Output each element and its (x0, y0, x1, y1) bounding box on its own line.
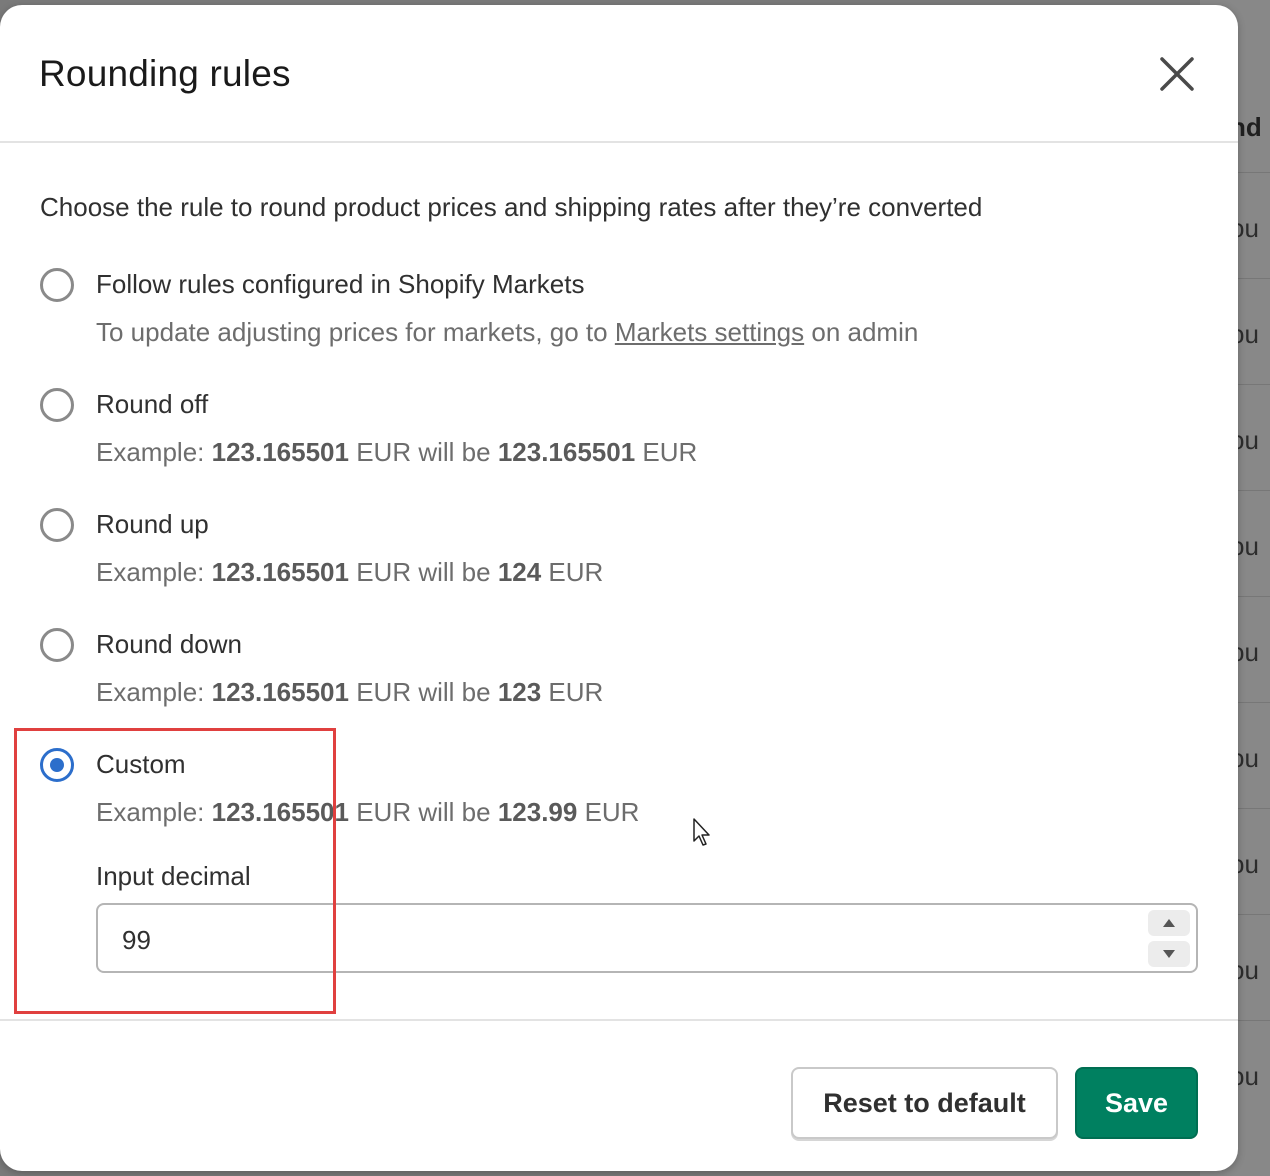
example-to: 124 (497, 557, 542, 587)
radio-custom[interactable] (40, 748, 74, 782)
option-example: Example: 123.165501 EUR will be 124 EUR (96, 557, 603, 588)
input-decimal[interactable] (120, 919, 1124, 961)
reset-to-default-button[interactable]: Reset to default (791, 1067, 1058, 1139)
example-suffix: EUR (541, 677, 604, 707)
example-mid: EUR will be (348, 677, 498, 707)
help-suffix: on admin (804, 317, 919, 347)
example-mid: EUR will be (348, 557, 498, 587)
modal-description: Choose the rule to round product prices … (40, 192, 983, 222)
example-prefix: Example: (96, 677, 212, 707)
example-prefix: Example: (96, 557, 212, 587)
option-label: Round down (96, 629, 242, 659)
input-decimal-label: Input decimal (96, 861, 251, 891)
option-example: Example: 123.165501 EUR will be 123.1655… (96, 437, 697, 468)
radio-shopify-markets[interactable] (40, 268, 74, 302)
close-icon (1160, 57, 1194, 91)
markets-settings-link[interactable]: Markets settings (615, 317, 804, 347)
example-from: 123.165501 (211, 677, 349, 707)
example-prefix: Example: (96, 437, 212, 467)
rounding-rules-modal: Rounding rules Choose the rule to round … (0, 5, 1238, 1171)
option-help-text: To update adjusting prices for markets, … (96, 317, 918, 348)
example-to: 123.165501 (497, 437, 636, 467)
increment-button[interactable] (1148, 910, 1190, 936)
help-prefix: To update adjusting prices for markets, … (96, 317, 615, 347)
input-decimal-field[interactable] (96, 903, 1198, 973)
modal-header: Rounding rules (0, 5, 1238, 143)
example-suffix: EUR (577, 797, 640, 827)
option-example: Example: 123.165501 EUR will be 123.99 E… (96, 797, 639, 828)
radio-round-up[interactable] (40, 508, 74, 542)
close-button[interactable] (1154, 51, 1200, 97)
example-from: 123.165501 (211, 437, 349, 467)
option-label: Round up (96, 509, 209, 539)
option-example: Example: 123.165501 EUR will be 123 EUR (96, 677, 603, 708)
modal-title: Rounding rules (39, 53, 291, 94)
radio-round-down[interactable] (40, 628, 74, 662)
mouse-cursor-icon (693, 818, 710, 846)
option-label: Custom (96, 749, 186, 779)
example-mid: EUR will be (348, 437, 498, 467)
example-to: 123.99 (497, 797, 578, 827)
save-button[interactable]: Save (1075, 1067, 1198, 1139)
example-from: 123.165501 (211, 557, 349, 587)
example-suffix: EUR (541, 557, 604, 587)
modal-footer: Reset to default Save (0, 1019, 1238, 1171)
example-prefix: Example: (96, 797, 212, 827)
decrement-button[interactable] (1148, 941, 1190, 967)
example-from: 123.165501 (211, 797, 349, 827)
option-label: Round off (96, 389, 209, 419)
caret-down-icon (1163, 950, 1175, 958)
example-to: 123 (497, 677, 542, 707)
example-mid: EUR will be (348, 797, 498, 827)
example-suffix: EUR (635, 437, 698, 467)
option-label: Follow rules configured in Shopify Marke… (96, 269, 585, 299)
radio-round-off[interactable] (40, 388, 74, 422)
caret-up-icon (1163, 919, 1175, 927)
